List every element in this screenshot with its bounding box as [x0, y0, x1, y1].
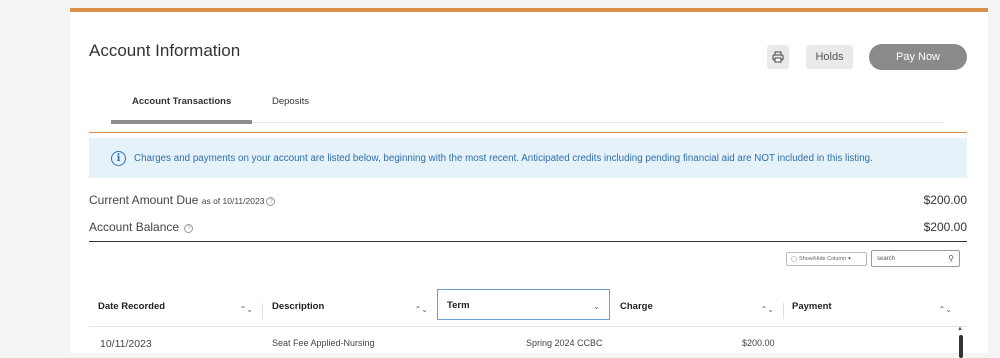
page-title: Account Information — [89, 41, 241, 60]
show-hide-label: Show/Hide Column — [799, 256, 847, 262]
search-input[interactable]: search ⚲ — [871, 250, 960, 267]
scrollbar-thumb[interactable] — [959, 335, 963, 358]
search-placeholder: search — [877, 255, 896, 262]
column-header-charge[interactable]: Charge ⌃⌄ — [610, 296, 783, 326]
account-info-card: Account Information Holds Pay Now Accoun… — [70, 8, 988, 358]
column-header-term[interactable]: Term ⌄ — [437, 289, 610, 320]
column-header-description[interactable]: Description ⌃⌄ — [262, 296, 437, 326]
scroll-up-arrow[interactable]: ▲ — [957, 326, 963, 332]
cell-term: Spring 2024 CCBC — [526, 338, 603, 348]
tab-account-transactions[interactable]: Account Transactions — [132, 96, 231, 107]
pay-now-button[interactable]: Pay Now — [869, 44, 967, 70]
current-due-label: Current Amount Due — [89, 193, 199, 207]
current-due-date: as of 10/11/2023 — [201, 196, 265, 206]
current-due-amount: $200.00 — [923, 193, 967, 207]
cell-description: Seat Fee Applied-Nursing — [272, 338, 375, 348]
help-icon[interactable]: ? — [184, 224, 194, 233]
active-tab-indicator — [111, 120, 252, 124]
info-icon: i — [111, 150, 126, 166]
column-header-date[interactable]: Date Recorded ⌃⌄ — [89, 296, 262, 326]
show-hide-column-dropdown[interactable]: Show/Hide Column ▾ — [786, 252, 867, 266]
table-header-divider — [89, 326, 967, 327]
holds-button[interactable]: Holds — [806, 45, 853, 69]
sort-icon: ⌃⌄ — [414, 305, 428, 314]
column-header-payment[interactable]: Payment ⌃⌄ — [783, 296, 961, 326]
sort-icon: ⌃⌄ — [760, 305, 774, 314]
eye-icon — [791, 256, 797, 262]
print-button[interactable] — [767, 45, 789, 69]
account-balance-label: Account Balance — [89, 220, 180, 234]
help-icon[interactable]: ? — [266, 197, 276, 206]
current-amount-due-row: Current Amount Due as of 10/11/2023? $20… — [89, 193, 967, 207]
sort-icon: ⌃⌄ — [938, 305, 952, 314]
account-balance-amount: $200.00 — [923, 220, 967, 234]
cell-date: 10/11/2023 — [100, 338, 152, 350]
printer-icon — [772, 51, 784, 63]
section-divider — [89, 132, 967, 133]
tab-deposits[interactable]: Deposits — [272, 96, 309, 107]
chevron-down-icon: ⌄ — [593, 302, 600, 311]
info-text: Charges and payments on your account are… — [134, 152, 873, 164]
summary-divider — [89, 241, 967, 242]
info-banner: i Charges and payments on your account a… — [89, 138, 967, 178]
search-icon: ⚲ — [948, 254, 954, 263]
cell-charge: $200.00 — [742, 338, 775, 348]
caret-down-icon: ▾ — [848, 256, 851, 262]
sort-icon: ⌃⌄ — [239, 305, 253, 314]
account-balance-row: Account Balance ? $200.00 — [89, 220, 967, 234]
